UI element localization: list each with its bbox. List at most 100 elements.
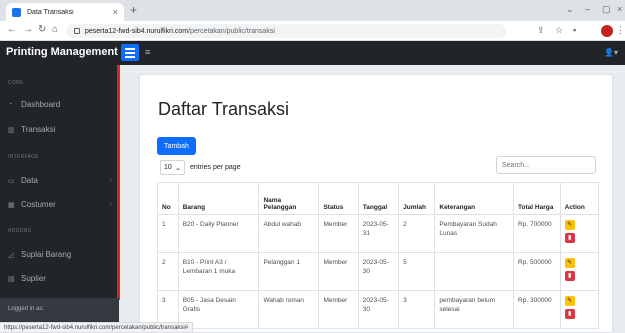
link-status-bar: https://peserta12-fwd-sib4.nurulfikri.co…	[0, 322, 194, 333]
sidebar-heading-interface: INTERFACE	[8, 154, 39, 160]
cell-action: ✎ ▮	[559, 290, 600, 329]
column-header[interactable]: Jumlah	[398, 182, 435, 215]
entries-per-page: 10 ⌄ entries per page	[160, 160, 241, 175]
window-close-icon[interactable]: ×	[617, 4, 622, 14]
dashboard-icon: ◔	[8, 101, 13, 108]
chevron-down-icon: ⌄	[175, 164, 181, 172]
chart-area-icon: ◿	[8, 251, 14, 259]
column-header[interactable]: Barang	[177, 182, 259, 215]
cell-total: Rp. 500000	[513, 252, 561, 291]
tab-title: Data Transaksi	[27, 8, 74, 16]
edit-button[interactable]: ✎	[564, 258, 575, 268]
sidepanel-icon[interactable]: ▪	[573, 25, 576, 35]
edit-button[interactable]: ✎	[564, 220, 575, 230]
back-icon[interactable]: ←	[7, 24, 17, 35]
browser-toolbar: ← → ↻ ⌂ peserta12-fwd-sib4.nurulfikri.co…	[0, 21, 625, 41]
table-header-row: No Barang Nama Pelanggan Status Tanggal …	[157, 182, 600, 215]
column-header[interactable]: Keterangan	[434, 182, 514, 215]
sidebar-item-label: Dashboard	[21, 100, 61, 109]
share-icon[interactable]: ⇪	[537, 25, 545, 36]
cell-no: 2	[157, 252, 179, 291]
user-icon[interactable]: 👤▾	[604, 48, 618, 57]
edit-button[interactable]: ✎	[564, 296, 575, 306]
edit-icon: ✎	[567, 297, 573, 304]
cell-pelanggan: Abdul wahab	[258, 214, 319, 253]
entries-label: entries per page	[190, 164, 241, 171]
menu-icon[interactable]: ⋮	[616, 25, 625, 36]
sidebar-item-suplier[interactable]: ▤ Suplier	[8, 274, 112, 283]
sidebar-heading-addons: ADDONS	[8, 228, 32, 234]
book-icon: ▦	[8, 201, 15, 209]
browser-tab-bar: Data Transaksi × + ⌄ – ▢ ×	[0, 0, 625, 21]
chart-icon: ▥	[8, 126, 15, 134]
brand[interactable]: Printing Management	[6, 46, 118, 58]
trash-icon: ▮	[567, 234, 572, 241]
delete-button[interactable]: ▮	[564, 233, 575, 243]
sidebar-item-transaksi[interactable]: ▥ Transaksi	[8, 125, 112, 134]
cell-tanggal: 2023-05-30	[357, 252, 399, 291]
sidebar-item-label: Suplier	[21, 274, 46, 283]
chevron-right-icon: ›	[109, 177, 112, 184]
sidebar-item-data[interactable]: ▭ Data ›	[8, 176, 112, 185]
edit-icon: ✎	[567, 221, 573, 228]
column-header[interactable]: Total Harga	[513, 182, 561, 215]
chevron-right-icon: ›	[109, 201, 112, 208]
trash-icon: ▮	[567, 272, 572, 279]
cell-tanggal: 2023-05-31	[357, 214, 399, 253]
cell-tanggal: 2023-05-30	[357, 290, 399, 329]
sidebar-item-label: Data	[21, 176, 38, 185]
star-icon[interactable]: ☆	[555, 25, 563, 36]
cell-barang: B20 - Daily Planner	[177, 214, 259, 253]
profile-avatar[interactable]	[601, 25, 613, 37]
address-bar[interactable]: peserta12-fwd-sib4.nurulfikri.com/percet…	[66, 24, 506, 38]
cell-no: 1	[157, 214, 179, 253]
url-host: peserta12-fwd-sib4.nurulfikri.com	[85, 27, 189, 35]
close-icon[interactable]: ×	[113, 7, 118, 17]
column-header[interactable]: No	[157, 182, 179, 215]
page-length-value: 10	[164, 164, 172, 171]
sidebar-item-suplai-barang[interactable]: ◿ Suplai Barang	[8, 250, 112, 259]
cell-jumlah: 3	[398, 290, 435, 329]
app-navbar: Printing Management ≡ 👤▾	[0, 41, 625, 65]
cell-pelanggan: Wahab roman	[258, 290, 319, 329]
page-length-select[interactable]: 10 ⌄	[160, 160, 185, 175]
sidebar-item-costumer[interactable]: ▦ Costumer ›	[8, 200, 112, 209]
cell-action: ✎ ▮	[559, 214, 600, 253]
columns-icon: ▭	[8, 177, 15, 185]
cell-action: ✎ ▮	[559, 252, 600, 291]
forward-icon[interactable]: →	[23, 24, 33, 35]
cell-keterangan	[434, 252, 514, 291]
cell-keterangan: Pembayaran Sudah Lunas	[434, 214, 514, 253]
sidebar-toggle-button[interactable]	[121, 44, 139, 61]
sidebar-item-dashboard[interactable]: ◔ Dashboard	[8, 100, 112, 109]
hamburger-icon[interactable]: ≡	[145, 47, 150, 57]
url-path: /percetakan/public/transaksi	[188, 27, 275, 35]
delete-button[interactable]: ▮	[564, 309, 575, 319]
sidebar-heading-core: CORE	[8, 80, 24, 86]
minimize-icon[interactable]: –	[585, 4, 590, 14]
table-row: 2 B10 - Print A3 / Lembaran 1 muka Pelan…	[157, 252, 600, 291]
reload-icon[interactable]: ↻	[38, 24, 46, 35]
cell-status: Member	[318, 252, 359, 291]
browser-tab[interactable]: Data Transaksi ×	[6, 3, 124, 21]
chevron-down-icon[interactable]: ⌄	[566, 4, 574, 15]
sidebar-item-label: Suplai Barang	[21, 250, 72, 259]
favicon-icon	[12, 7, 21, 17]
logged-in-label: Logged in as:	[8, 306, 45, 312]
cell-status: Member	[318, 290, 359, 329]
content-card: Daftar Transaksi Tambah 10 ⌄ entries per…	[139, 74, 613, 333]
maximize-icon[interactable]: ▢	[602, 4, 611, 15]
home-icon[interactable]: ⌂	[52, 24, 58, 35]
new-tab-button[interactable]: +	[130, 3, 137, 17]
sidebar-item-label: Transaksi	[21, 125, 56, 134]
column-header[interactable]: Action	[559, 182, 600, 215]
delete-button[interactable]: ▮	[564, 271, 575, 281]
cell-keterangan: pembayaran belum selesai	[434, 290, 514, 329]
add-button[interactable]: Tambah	[157, 137, 196, 155]
lock-icon	[74, 28, 80, 34]
column-header[interactable]: Nama Pelanggan	[258, 182, 319, 215]
cell-barang: B10 - Print A3 / Lembaran 1 muka	[177, 252, 259, 291]
search-input[interactable]: Search...	[496, 156, 596, 174]
column-header[interactable]: Status	[318, 182, 359, 215]
column-header[interactable]: Tanggal	[357, 182, 399, 215]
